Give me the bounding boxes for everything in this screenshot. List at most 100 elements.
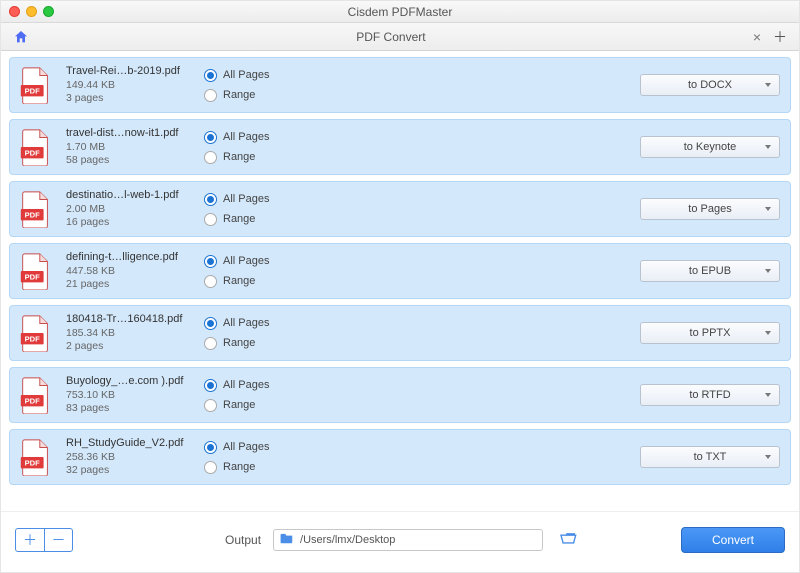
radio-range[interactable]: Range <box>204 147 269 167</box>
radio-all-pages[interactable]: All Pages <box>204 313 269 333</box>
file-pages: 3 pages <box>66 92 196 106</box>
output-format-dropdown[interactable]: to DOCX <box>640 74 780 96</box>
radio-range[interactable]: Range <box>204 457 269 477</box>
file-pages: 21 pages <box>66 278 196 292</box>
svg-text:PDF: PDF <box>25 335 41 344</box>
file-name: defining-t…lligence.pdf <box>66 250 196 264</box>
svg-text:PDF: PDF <box>25 273 41 282</box>
radio-icon <box>204 89 217 102</box>
radio-icon <box>204 151 217 164</box>
page-range-group: All Pages Range <box>204 251 269 291</box>
file-pages: 16 pages <box>66 216 196 230</box>
radio-icon <box>204 399 217 412</box>
file-size: 1.70 MB <box>66 141 196 155</box>
page-range-group: All Pages Range <box>204 65 269 105</box>
radio-all-pages[interactable]: All Pages <box>204 375 269 395</box>
svg-text:PDF: PDF <box>25 87 41 96</box>
radio-range[interactable]: Range <box>204 85 269 105</box>
radio-icon <box>204 317 217 330</box>
add-file-button[interactable]: ＋ <box>16 529 44 551</box>
tab-pdf-convert[interactable]: PDF Convert <box>35 30 747 44</box>
radio-all-pages[interactable]: All Pages <box>204 127 269 147</box>
radio-all-pages[interactable]: All Pages <box>204 251 269 271</box>
radio-range[interactable]: Range <box>204 271 269 291</box>
file-size: 753.10 KB <box>66 389 196 403</box>
file-row[interactable]: PDF 180418-Tr…160418.pdf 185.34 KB 2 pag… <box>9 305 791 361</box>
folder-icon <box>280 532 294 547</box>
file-pages: 83 pages <box>66 402 196 416</box>
radio-icon <box>204 379 217 392</box>
titlebar: Cisdem PDFMaster <box>1 1 799 23</box>
svg-text:PDF: PDF <box>25 211 41 220</box>
pdf-file-icon: PDF <box>20 376 52 414</box>
footer: ＋ － Output /Users/lmx/Desktop Convert <box>1 511 799 567</box>
remove-file-button[interactable]: － <box>44 529 72 551</box>
radio-icon <box>204 441 217 454</box>
file-name: RH_StudyGuide_V2.pdf <box>66 436 196 450</box>
page-range-group: All Pages Range <box>204 127 269 167</box>
file-info: travel-dist…now-it1.pdf 1.70 MB 58 pages <box>66 126 196 168</box>
output-path-text: /Users/lmx/Desktop <box>300 534 395 546</box>
output-format-dropdown[interactable]: to Keynote <box>640 136 780 158</box>
file-size: 258.36 KB <box>66 451 196 465</box>
page-range-group: All Pages Range <box>204 437 269 477</box>
file-pages: 2 pages <box>66 340 196 354</box>
file-row[interactable]: PDF Buyology_…e.com ).pdf 753.10 KB 83 p… <box>9 367 791 423</box>
file-name: destinatio…l-web-1.pdf <box>66 188 196 202</box>
convert-button[interactable]: Convert <box>681 527 785 553</box>
output-format-dropdown[interactable]: to RTFD <box>640 384 780 406</box>
page-range-group: All Pages Range <box>204 375 269 415</box>
pdf-file-icon: PDF <box>20 128 52 166</box>
radio-range[interactable]: Range <box>204 333 269 353</box>
file-pages: 58 pages <box>66 154 196 168</box>
file-info: Travel-Rei…b-2019.pdf 149.44 KB 3 pages <box>66 64 196 106</box>
pdf-file-icon: PDF <box>20 438 52 476</box>
file-size: 185.34 KB <box>66 327 196 341</box>
file-pages: 32 pages <box>66 464 196 478</box>
page-range-group: All Pages Range <box>204 189 269 229</box>
file-info: defining-t…lligence.pdf 447.58 KB 21 pag… <box>66 250 196 292</box>
file-list: PDF Travel-Rei…b-2019.pdf 149.44 KB 3 pa… <box>1 51 799 511</box>
home-button[interactable] <box>7 26 35 48</box>
file-size: 2.00 MB <box>66 203 196 217</box>
radio-range[interactable]: Range <box>204 395 269 415</box>
file-name: Travel-Rei…b-2019.pdf <box>66 64 196 78</box>
svg-text:PDF: PDF <box>25 149 41 158</box>
close-tab-button[interactable]: × <box>747 29 767 45</box>
radio-icon <box>204 213 217 226</box>
file-row[interactable]: PDF defining-t…lligence.pdf 447.58 KB 21… <box>9 243 791 299</box>
output-format-dropdown[interactable]: to TXT <box>640 446 780 468</box>
pdf-file-icon: PDF <box>20 252 52 290</box>
pdf-file-icon: PDF <box>20 190 52 228</box>
file-row[interactable]: PDF Travel-Rei…b-2019.pdf 149.44 KB 3 pa… <box>9 57 791 113</box>
file-row[interactable]: PDF RH_StudyGuide_V2.pdf 258.36 KB 32 pa… <box>9 429 791 485</box>
file-name: 180418-Tr…160418.pdf <box>66 312 196 326</box>
radio-all-pages[interactable]: All Pages <box>204 65 269 85</box>
radio-icon <box>204 69 217 82</box>
output-label: Output <box>225 533 261 547</box>
file-row[interactable]: PDF destinatio…l-web-1.pdf 2.00 MB 16 pa… <box>9 181 791 237</box>
svg-text:PDF: PDF <box>25 397 41 406</box>
file-row[interactable]: PDF travel-dist…now-it1.pdf 1.70 MB 58 p… <box>9 119 791 175</box>
radio-range[interactable]: Range <box>204 209 269 229</box>
file-size: 149.44 KB <box>66 79 196 93</box>
radio-icon <box>204 131 217 144</box>
output-format-dropdown[interactable]: to PPTX <box>640 322 780 344</box>
file-info: Buyology_…e.com ).pdf 753.10 KB 83 pages <box>66 374 196 416</box>
output-format-dropdown[interactable]: to Pages <box>640 198 780 220</box>
file-info: 180418-Tr…160418.pdf 185.34 KB 2 pages <box>66 312 196 354</box>
home-icon <box>13 29 29 45</box>
radio-icon <box>204 255 217 268</box>
radio-all-pages[interactable]: All Pages <box>204 437 269 457</box>
radio-icon <box>204 275 217 288</box>
output-path-field[interactable]: /Users/lmx/Desktop <box>273 529 543 551</box>
radio-all-pages[interactable]: All Pages <box>204 189 269 209</box>
radio-icon <box>204 337 217 350</box>
radio-icon <box>204 193 217 206</box>
page-range-group: All Pages Range <box>204 313 269 353</box>
output-format-dropdown[interactable]: to EPUB <box>640 260 780 282</box>
add-tab-button[interactable]: ＋ <box>767 26 793 48</box>
pdf-file-icon: PDF <box>20 66 52 104</box>
browse-output-button[interactable] <box>559 531 577 548</box>
svg-text:PDF: PDF <box>25 459 41 468</box>
